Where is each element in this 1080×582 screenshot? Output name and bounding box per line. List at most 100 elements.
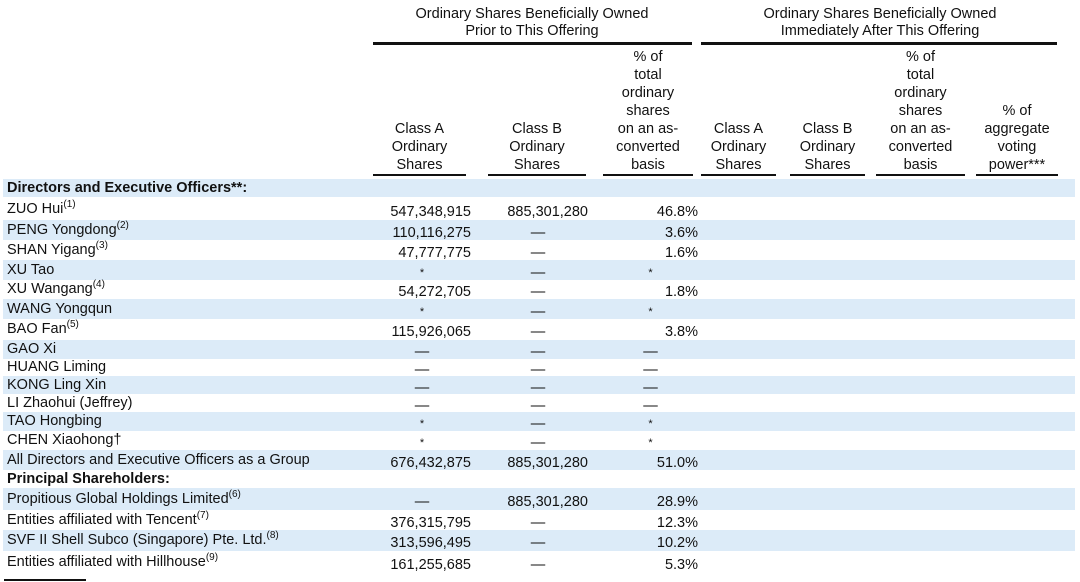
column-header-line: Shares — [804, 157, 851, 173]
table-row: CHEN Xiaohong† * — * — [3, 431, 1075, 451]
column-header-line: converted — [888, 139, 953, 155]
column-header-line: on an as- — [617, 121, 679, 137]
row-name: LI Zhaohui (Jeffrey) — [7, 394, 132, 412]
column-header-line: Class B — [512, 121, 562, 137]
class-b-prior-value: — — [530, 557, 546, 573]
pct-total-prior-value: 12.3% — [656, 515, 698, 531]
col-class-b-after-header: Class B Ordinary Shares — [790, 44, 865, 174]
footnote-ref: (7) — [196, 510, 209, 522]
row-name-text: GAO Xi — [7, 341, 57, 357]
column-header-line: basis — [631, 157, 665, 173]
row-name: Principal Shareholders: — [7, 470, 170, 488]
table-row: LI Zhaohui (Jeffrey) — — — — [3, 394, 1075, 414]
class-b-prior-value: — — [530, 535, 546, 551]
column-header-line: total — [634, 67, 662, 83]
pct-total-prior-value: — — [643, 344, 658, 360]
table-row: SHAN Yigang(3) 47,777,775 — 1.6% — [3, 240, 1075, 261]
class-b-prior-value: — — [530, 225, 546, 241]
class-b-prior-value: — — [530, 515, 546, 531]
row-name-text: Entities affiliated with Hillhouse — [7, 554, 206, 570]
col-class-b-after-rule — [790, 174, 865, 176]
class-a-prior-value: — — [414, 398, 430, 414]
row-name-text: XU Tao — [7, 262, 55, 278]
pct-total-prior-value: — — [643, 398, 658, 414]
table-row: XU Tao * — * — [3, 260, 1075, 281]
column-header-line: Shares — [715, 157, 762, 173]
table-row: SVF II Shell Subco (Singapore) Pte. Ltd.… — [3, 530, 1075, 551]
row-name-text: Entities affiliated with Tencent — [7, 512, 197, 528]
col-pct-total-after-header: % of total ordinary shares on an as-converte… — [876, 44, 965, 174]
row-name: KONG Ling Xin — [7, 376, 106, 394]
footnote-ref: (1) — [63, 199, 76, 211]
class-b-prior-value: 885,301,280 — [507, 455, 588, 471]
column-header-line: shares — [626, 103, 670, 119]
table-row: GAO Xi — — — — [3, 340, 1075, 360]
pct-total-prior-value: * — [648, 437, 653, 449]
group-header-after-line1: Ordinary Shares Beneficially Owned — [763, 6, 997, 22]
class-a-prior-value: 47,777,775 — [398, 245, 471, 261]
col-class-b-prior-rule — [488, 174, 586, 176]
pct-total-prior-value: 3.6% — [664, 225, 698, 241]
pct-total-prior-value: * — [648, 306, 653, 318]
row-name: SHAN Yigang(3) — [7, 240, 108, 260]
class-b-prior-value: — — [530, 362, 546, 378]
column-header-line: shares — [898, 103, 943, 119]
table-row: Entities affiliated with Hillhouse(9) 161… — [3, 551, 1075, 573]
row-name: CHEN Xiaohong† — [7, 431, 121, 450]
pct-total-prior-value: 3.8% — [664, 324, 698, 340]
pct-total-prior-value: 5.3% — [664, 557, 698, 573]
row-name: PENG Yongdong(2) — [7, 220, 129, 240]
col-class-a-after-rule — [701, 174, 776, 176]
column-header-line: basis — [903, 157, 938, 173]
column-header-line: Ordinary — [509, 139, 565, 155]
column-header-line: % of — [633, 49, 663, 65]
row-name-text: SVF II Shell Subco (Singapore) Pte. Ltd. — [7, 532, 267, 548]
pct-total-prior-value: 1.6% — [664, 245, 698, 261]
group-header-prior-line1: Ordinary Shares Beneficially Owned — [415, 6, 649, 22]
col-pct-voting-rule — [976, 174, 1058, 176]
row-name: Propitious Global Holdings Limited(6) — [7, 488, 241, 510]
pct-total-prior-value: 51.0% — [656, 455, 698, 471]
column-header-line: on an as- — [890, 121, 951, 137]
column-header-line: Ordinary — [391, 139, 448, 155]
column-header-line: voting — [997, 139, 1037, 155]
class-a-prior-value: — — [414, 344, 430, 360]
row-name: XU Tao — [7, 260, 54, 280]
class-a-prior-value: — — [414, 380, 430, 396]
table-row: BAO Fan(5) 115,926,065 — 3.8% — [3, 319, 1075, 340]
row-name: SVF II Shell Subco (Singapore) Pte. Ltd.… — [7, 530, 279, 551]
row-name-text: WANG Yongqun — [7, 301, 113, 317]
group-header-prior-line2: Prior to This Offering — [465, 23, 599, 39]
class-a-prior-value: 547,348,915 — [390, 204, 471, 220]
group-header-prior: Ordinary Shares Beneficially Owned Prior… — [372, 6, 692, 40]
row-name: Directors and Executive Officers**: — [7, 179, 247, 197]
row-name: WANG Yongqun — [7, 299, 112, 319]
row-name-text: All Directors and Executive Officers as … — [7, 452, 310, 468]
class-a-prior-value: 115,926,065 — [391, 324, 471, 340]
class-a-prior-value: — — [414, 362, 430, 378]
table-row: TAO Hongbing * — * — [3, 412, 1075, 432]
column-header-line: Ordinary — [710, 139, 767, 155]
column-header-line: ordinary — [621, 85, 675, 101]
column-header-line: Class A — [713, 121, 764, 137]
group-header-after-line2: Immediately After This Offering — [780, 23, 980, 39]
row-name-text: KONG Ling Xin — [7, 377, 107, 393]
row-name-text: BAO Fan — [7, 321, 67, 337]
class-a-prior-value: — — [414, 494, 430, 510]
pct-total-prior-value: * — [648, 418, 653, 430]
column-header-line: Shares — [514, 157, 560, 173]
column-header-line: % of — [1002, 103, 1032, 119]
group-header-after: Ordinary Shares Beneficially Owned Immed… — [700, 6, 1060, 40]
row-name-text: PENG Yongdong — [7, 222, 117, 238]
column-header-line: converted — [616, 139, 680, 155]
class-b-prior-value: — — [530, 398, 546, 414]
column-header-line: Ordinary — [799, 139, 856, 155]
col-pct-total-after-rule — [876, 174, 965, 176]
footnote-ref: (5) — [66, 319, 79, 331]
footnote-ref: (3) — [95, 240, 108, 252]
pct-total-prior-value: 46.8% — [656, 204, 698, 220]
row-name-text: Directors and Executive Officers**: — [7, 180, 248, 196]
class-b-prior-value: — — [530, 245, 546, 261]
row-name-text: TAO Hongbing — [7, 413, 102, 429]
column-header-line: Shares — [396, 157, 443, 173]
